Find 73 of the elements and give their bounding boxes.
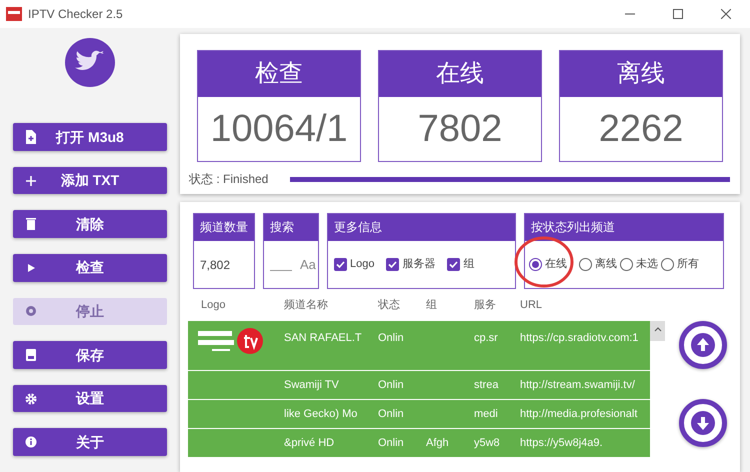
table-cell-text: SAN RAFAEL.T <box>283 331 363 346</box>
channel-count-value: 7,802 <box>200 256 230 274</box>
maximize-icon[interactable] <box>673 9 683 19</box>
radio-label: 在线 <box>545 257 567 272</box>
filter-title: 频道数量 <box>194 214 254 241</box>
stop-icon <box>25 304 37 318</box>
highlight-ellipse <box>514 236 574 288</box>
radio-label: 所有 <box>677 257 699 272</box>
column-header: 状态 <box>377 298 401 313</box>
plus-icon <box>25 174 37 188</box>
settings-icon <box>25 392 37 406</box>
column-header: URL <box>519 298 544 313</box>
info-icon <box>25 435 37 450</box>
table-cell-text: https://y5w8j4a9. <box>519 436 604 451</box>
close-icon[interactable] <box>721 9 731 19</box>
column-header: 组 <box>425 298 438 313</box>
save-icon <box>25 348 37 362</box>
checkbox-label: Logo <box>350 257 374 272</box>
scroll-top-button[interactable] <box>678 321 726 369</box>
radio-button[interactable] <box>620 258 633 271</box>
checkbox-label: 服务器 <box>402 257 436 272</box>
stat-title: 离线 <box>560 51 722 97</box>
sidebar-button[interactable]: 清除 <box>13 210 167 238</box>
table-cell-text: Swamiji TV <box>283 378 340 393</box>
table-cell-text: cp.sr <box>473 331 499 346</box>
radio-label: 离线 <box>595 256 617 272</box>
file-icon <box>25 130 37 144</box>
checkbox[interactable] <box>334 258 347 271</box>
trash-icon <box>25 217 37 232</box>
radio-button[interactable] <box>579 258 592 271</box>
table-cell-text: http://stream.swamiji.tv/ <box>519 378 636 393</box>
sidebar-button[interactable]: 检查 <box>13 254 167 282</box>
status-text: 状态 : Finished <box>189 171 268 188</box>
sidebar-button[interactable]: 打开 M3u8 <box>13 123 167 151</box>
radio-label: 未选 <box>636 257 658 272</box>
stat-title: 在线 <box>379 51 541 97</box>
table-cell-text: y5w8 <box>473 436 501 451</box>
match-case-toggle[interactable]: Aa <box>300 254 316 274</box>
sidebar-button[interactable]: 关于 <box>13 428 167 456</box>
stat-value: 7802 <box>416 107 504 152</box>
table-cell-text: Afgh <box>425 436 450 451</box>
column-header: 服务 <box>473 298 497 313</box>
checkbox-label: 组 <box>463 257 474 272</box>
table-cell-text: Onlin <box>377 436 405 451</box>
column-header: 频道名称 <box>283 298 329 313</box>
table-cell-text: Onlin <box>377 331 405 346</box>
sidebar-button[interactable]: 添加 TXT <box>13 166 167 194</box>
sidebar-button[interactable]: 保存 <box>13 341 167 369</box>
table-cell-text: http://media.profesionalt <box>519 407 638 422</box>
filter-title: 搜索 <box>264 214 318 241</box>
radio-button[interactable] <box>529 258 542 271</box>
table-cell-text: Onlin <box>377 407 405 422</box>
table-cell-text: strea <box>473 378 500 393</box>
scroll-bottom-button[interactable] <box>678 399 726 447</box>
table-cell-text: like Gecko) Mo <box>283 407 358 422</box>
filter-title: 按状态列出频道 <box>525 214 723 241</box>
bird-logo-icon <box>65 38 115 88</box>
checkbox[interactable] <box>386 258 400 271</box>
table-cell-text: https://cp.sradiotv.com:1 <box>519 331 640 346</box>
table-cell-text: &privé HD <box>283 436 336 451</box>
stat-value: 2262 <box>598 107 684 152</box>
stat-value: 10064/1 <box>209 107 349 152</box>
scroll-up-icon[interactable] <box>654 326 662 332</box>
stat-title: 检查 <box>198 51 360 97</box>
table-cell-text: Onlin <box>377 378 405 393</box>
window-title: IPTV Checker 2.5 <box>28 6 123 23</box>
table-cell-text: medi <box>473 407 499 422</box>
filter-title: 更多信息 <box>328 214 515 241</box>
app-logo-icon <box>6 7 22 21</box>
radio-button[interactable] <box>661 258 674 271</box>
sidebar-button[interactable]: 设置 <box>13 384 167 412</box>
column-header: Logo <box>200 298 226 313</box>
checkbox[interactable] <box>447 258 460 271</box>
